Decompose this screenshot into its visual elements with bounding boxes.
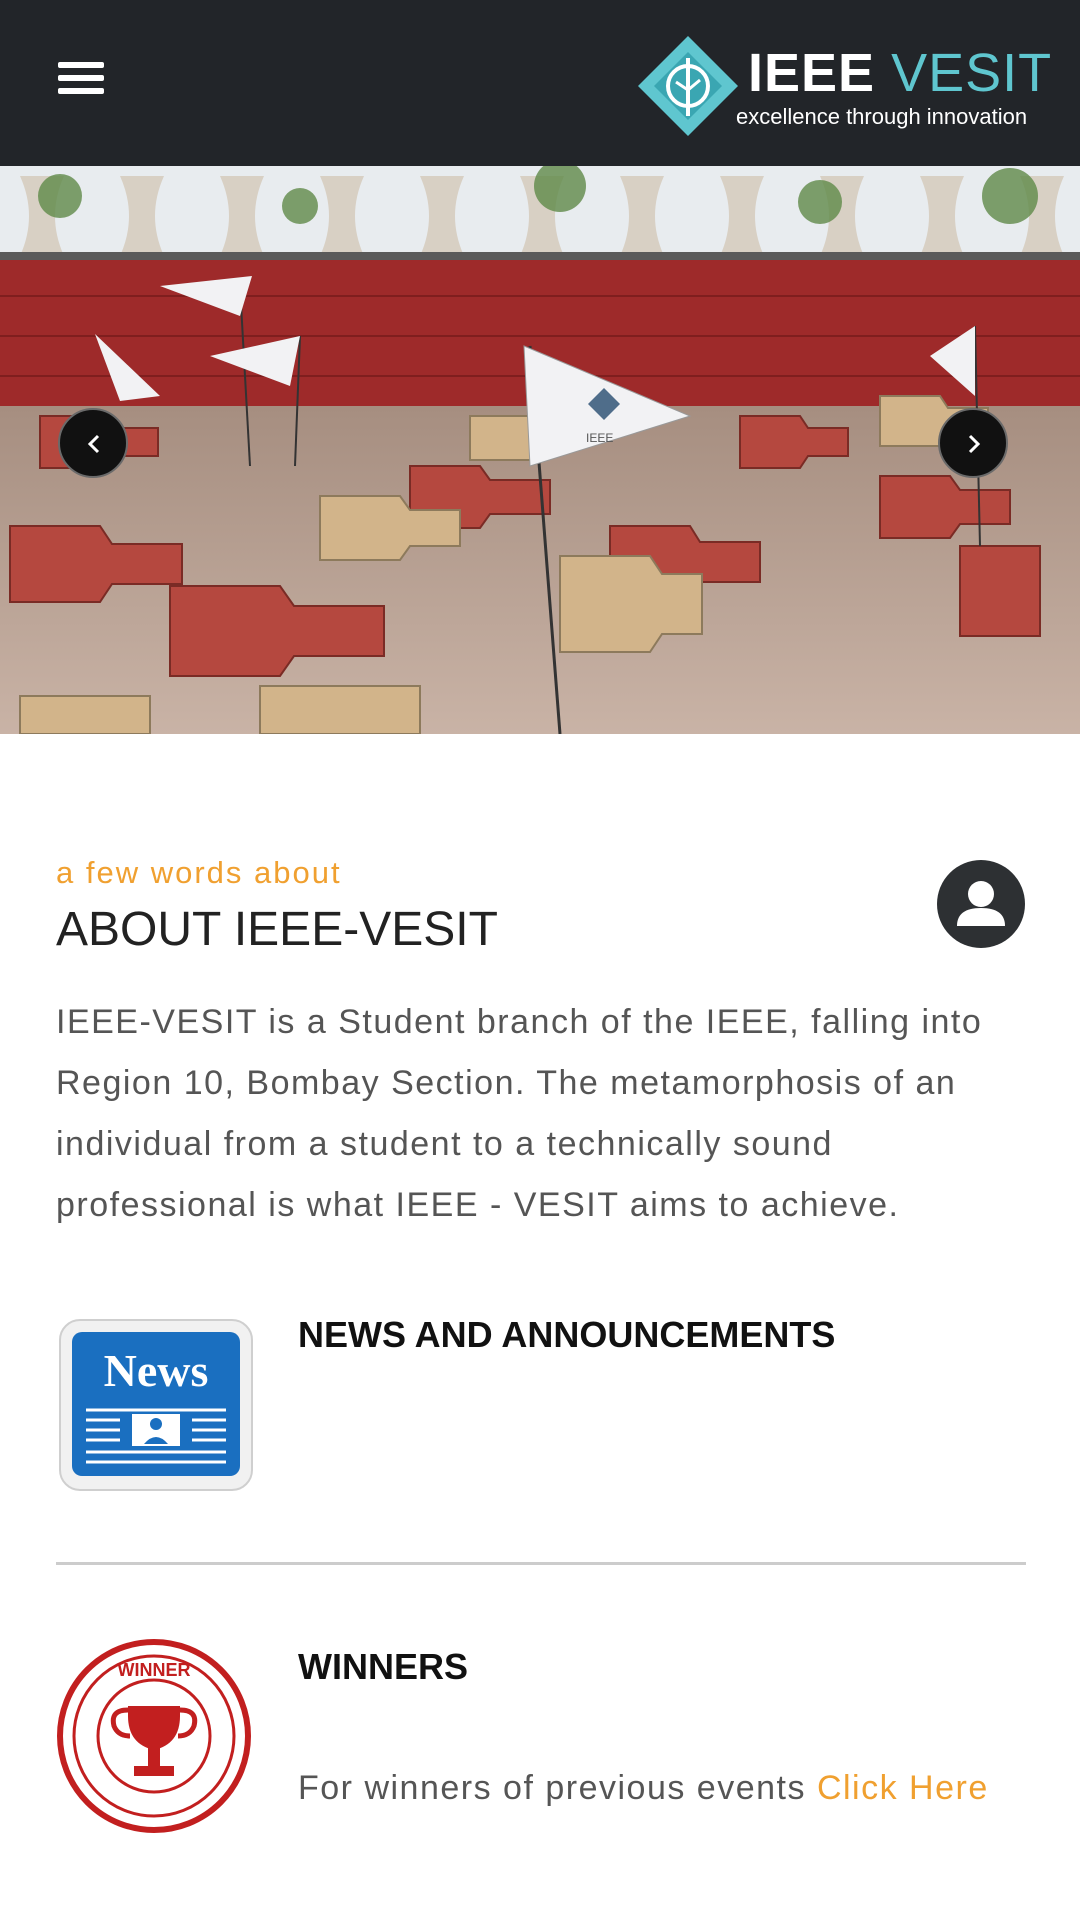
logo-wordmark: IEEE VESIT [748,42,1052,104]
top-navbar: IEEE VESIT excellence through innovation [0,0,1080,166]
winners-text: For winners of previous events [298,1769,817,1807]
carousel-prev-button[interactable] [58,408,128,478]
winner-stamp-icon[interactable]: WINNER [56,1638,252,1834]
chevron-right-icon [968,434,981,454]
about-description: IEEE-VESIT is a Student branch of the IE… [56,1003,983,1224]
carousel-next-button[interactable] [938,408,1008,478]
logo-word-vesit: VESIT [891,43,1053,103]
hero-carousel[interactable]: IEEE [0,166,1080,734]
logo-word-ieee: IEEE [748,43,876,103]
hamburger-menu-icon[interactable] [58,62,104,98]
ieee-vesit-logo[interactable]: IEEE VESIT excellence through innovation [636,34,1056,144]
about-subtitle: a few words about [56,855,342,890]
winner-stamp-text: WINNER [118,1660,191,1680]
news-icon-label: News [104,1345,209,1396]
chevron-left-icon [87,434,100,454]
carousel-slide-image: IEEE [0,166,1080,734]
section-divider [56,1562,1026,1565]
winners-title: WINNERS [298,1646,468,1687]
logo-tagline: excellence through innovation [736,104,1028,129]
svg-text:IEEE: IEEE [586,431,613,445]
news-title[interactable]: NEWS AND ANNOUNCEMENTS [298,1314,835,1356]
news-icon[interactable]: News [58,1318,254,1492]
winners-description: For winners of previous events Click Her… [298,1758,1018,1819]
winners-click-here-link[interactable]: Click Here [817,1769,989,1807]
about-title: ABOUT IEEE-VESIT [56,903,498,956]
ieee-diamond-logo-icon [638,36,738,136]
user-icon [937,860,1025,948]
